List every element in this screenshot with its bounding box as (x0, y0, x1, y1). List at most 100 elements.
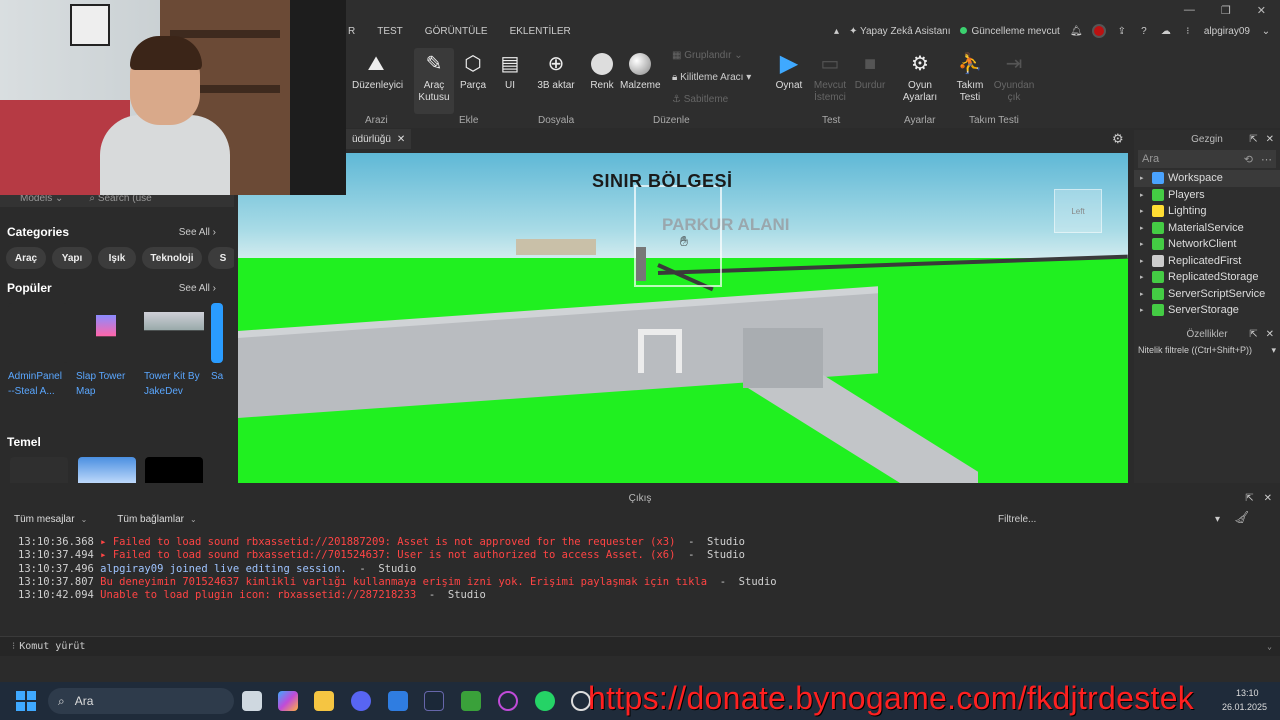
expand-arrow-icon[interactable]: ▸ (1140, 257, 1148, 265)
update-available-button[interactable]: Güncelleme mevcut (960, 26, 1060, 37)
toolbox-button[interactable]: ✎ Araç Kutusu (414, 48, 454, 114)
all-contexts-dropdown[interactable]: Tüm bağlamlar ⌄ (109, 510, 204, 528)
team-test-button[interactable]: ⛹ Takım Testi (946, 48, 994, 104)
material-button[interactable]: Malzeme (620, 48, 661, 92)
category-chip-more[interactable]: S (208, 247, 234, 269)
basic-asset-thumb[interactable] (10, 457, 68, 483)
explorer-item[interactable]: ▸ ReplicatedFirst (1134, 253, 1280, 270)
anchor-option[interactable]: ⚓︎ Sabitleme (672, 94, 728, 105)
explorer-search-input[interactable]: Ara ⟲ ⋯ (1138, 150, 1276, 168)
current-client-button[interactable]: ▭ Mevcut İstemci (808, 48, 852, 104)
3d-viewport[interactable]: SINIR BÖLGESİ PARKUR ALANI ✋︎ Left (238, 153, 1128, 483)
import3d-button[interactable]: ⊕ 3B aktar (534, 48, 578, 92)
menu-item-test[interactable]: TEST (377, 26, 403, 37)
explorer-item[interactable]: ▸ ReplicatedStorage (1134, 269, 1280, 286)
minecraft-icon[interactable] (461, 691, 481, 711)
log-line[interactable]: 13:10:37.807 Bu deneyimin 701524637 kiml… (18, 576, 1280, 589)
category-chip-light[interactable]: Işık (98, 247, 136, 269)
expand-arrow-icon[interactable]: ▸ (1140, 290, 1148, 298)
category-chip-technology[interactable]: Teknoloji (142, 247, 202, 269)
category-chip-building[interactable]: Yapı (52, 247, 92, 269)
settings-gear-icon[interactable]: ⚙ (1112, 131, 1124, 147)
close-panel-icon[interactable]: ✕ (1266, 329, 1274, 340)
file-explorer-icon[interactable] (314, 691, 334, 711)
asset-card-slap-tower[interactable]: Slap Tower Map (76, 303, 136, 399)
discord-icon[interactable] (351, 691, 371, 711)
explorer-item[interactable]: ▸ Players (1134, 187, 1280, 204)
command-bar[interactable]: ⁝ Komut yürüt ⌄ (0, 636, 1280, 656)
grid-icon[interactable]: ⁝ (1182, 26, 1194, 37)
close-tab-icon[interactable]: ✕ (397, 134, 405, 145)
close-window-icon[interactable]: ✕ (1257, 4, 1266, 17)
popout-icon[interactable]: ⇱ (1245, 493, 1253, 504)
leave-game-button[interactable]: ⇥ Oyundan çık (990, 48, 1038, 104)
expand-arrow-icon[interactable]: ▸ (1140, 224, 1148, 232)
explorer-item[interactable]: ▸ Workspace (1134, 170, 1280, 187)
game-settings-button[interactable]: ⚙ Oyun Ayarları (896, 48, 944, 104)
popout-icon[interactable]: ⇱ (1249, 134, 1257, 145)
opera-icon[interactable] (498, 691, 518, 711)
log-line[interactable]: 13:10:42.094 Unable to load plugin icon:… (18, 589, 1280, 602)
task-view-icon[interactable] (242, 691, 262, 711)
user-avatar-icon[interactable] (1091, 24, 1106, 38)
windows-start-icon[interactable] (16, 691, 36, 711)
steam-icon[interactable] (424, 691, 444, 711)
ui-button[interactable]: ▤ UI (490, 48, 530, 92)
view-cube[interactable]: Left (1054, 189, 1102, 233)
color-button[interactable]: Renk (582, 48, 622, 92)
cloud-icon[interactable]: ☁ (1160, 26, 1172, 37)
popout-icon[interactable]: ⇱ (1249, 329, 1257, 340)
stop-button[interactable]: ■ Durdur (848, 48, 892, 92)
basic-asset-thumb[interactable] (78, 457, 136, 483)
close-panel-icon[interactable]: ✕ (1264, 493, 1272, 504)
menu-item-view[interactable]: GÖRÜNTÜLE (425, 26, 488, 37)
tab-place[interactable]: üdürlüğü ✕ (346, 129, 412, 149)
asset-card-partial[interactable]: Sa (211, 303, 234, 384)
bell-icon[interactable]: 🔔︎ (1070, 26, 1083, 37)
history-icon[interactable]: ⟲ (1244, 153, 1253, 166)
lock-tool-option[interactable]: 🔒︎ Kilitleme Aracı ▾ (672, 72, 751, 83)
log-line[interactable]: 13:10:36.368 ▸ Failed to load sound rbxa… (18, 536, 1280, 549)
share-icon[interactable]: ⇪ (1116, 26, 1128, 37)
clock-date[interactable]: 26.01.2025 (1222, 702, 1267, 712)
clock-time[interactable]: 13:10 (1236, 688, 1259, 698)
explorer-item[interactable]: ▸ MaterialService (1134, 220, 1280, 237)
group-option[interactable]: ▦ Gruplandır ⌄ (672, 50, 743, 61)
expand-arrow-icon[interactable]: ▸ (1140, 174, 1148, 182)
maximize-icon[interactable]: ❐ (1221, 4, 1231, 17)
editor-button[interactable]: ⛰ Düzenleyici (352, 48, 403, 92)
popular-see-all[interactable]: See All › (179, 283, 216, 294)
ai-assistant-button[interactable]: ✦ Yapay Zekâ Asistanı (849, 26, 950, 37)
explorer-item[interactable]: ▸ ServerStorage (1134, 302, 1280, 319)
expand-arrow-icon[interactable]: ▸ (1140, 273, 1148, 281)
categories-see-all[interactable]: See All › (179, 227, 216, 238)
part-button[interactable]: ⬡ Parça (452, 48, 494, 92)
store-icon[interactable] (388, 691, 408, 711)
models-dropdown[interactable]: Models ⌄ (20, 195, 63, 204)
output-filter-input[interactable]: Filtrele... ▾ (992, 510, 1226, 528)
explorer-item[interactable]: ▸ ServerScriptService (1134, 286, 1280, 303)
explorer-item[interactable]: ▸ Lighting (1134, 203, 1280, 220)
all-messages-dropdown[interactable]: Tüm mesajlar ⌄ (6, 510, 95, 528)
whatsapp-icon[interactable] (535, 691, 555, 711)
chevron-down-icon[interactable]: ▾ (1271, 345, 1276, 356)
properties-filter-input[interactable]: Nitelik filtrele ((Ctrl+Shift+P)) ▾ (1138, 345, 1276, 356)
asset-card-adminpanel[interactable]: AdminPanel --Steal A... (8, 303, 68, 399)
minimize-icon[interactable]: — (1184, 4, 1195, 16)
collapse-ribbon-icon[interactable]: ▴ (834, 26, 839, 37)
expand-arrow-icon[interactable]: ▸ (1140, 207, 1148, 215)
expand-arrow-icon[interactable]: ▸ (1140, 306, 1148, 314)
copilot-icon[interactable] (278, 691, 298, 711)
username-label[interactable]: alpgiray09 (1204, 26, 1250, 37)
toolbox-search-input[interactable]: ⌕ Search (use (89, 195, 151, 204)
chevron-down-icon[interactable]: ⌄ (1260, 26, 1272, 37)
clear-output-icon[interactable]: 🧹︎ (1234, 510, 1249, 524)
category-chip-vehicle[interactable]: Araç (6, 247, 46, 269)
close-panel-icon[interactable]: ✕ (1266, 134, 1274, 145)
play-button[interactable]: ▶ Oynat (766, 48, 812, 92)
asset-card-tower-kit[interactable]: Tower Kit By JakeDev (144, 303, 204, 399)
basic-asset-thumb[interactable] (145, 457, 203, 483)
expand-arrow-icon[interactable]: ▸ (1140, 191, 1148, 199)
taskbar-search[interactable]: ⌕ Ara (48, 688, 234, 714)
log-line[interactable]: 13:10:37.494 ▸ Failed to load sound rbxa… (18, 549, 1280, 562)
